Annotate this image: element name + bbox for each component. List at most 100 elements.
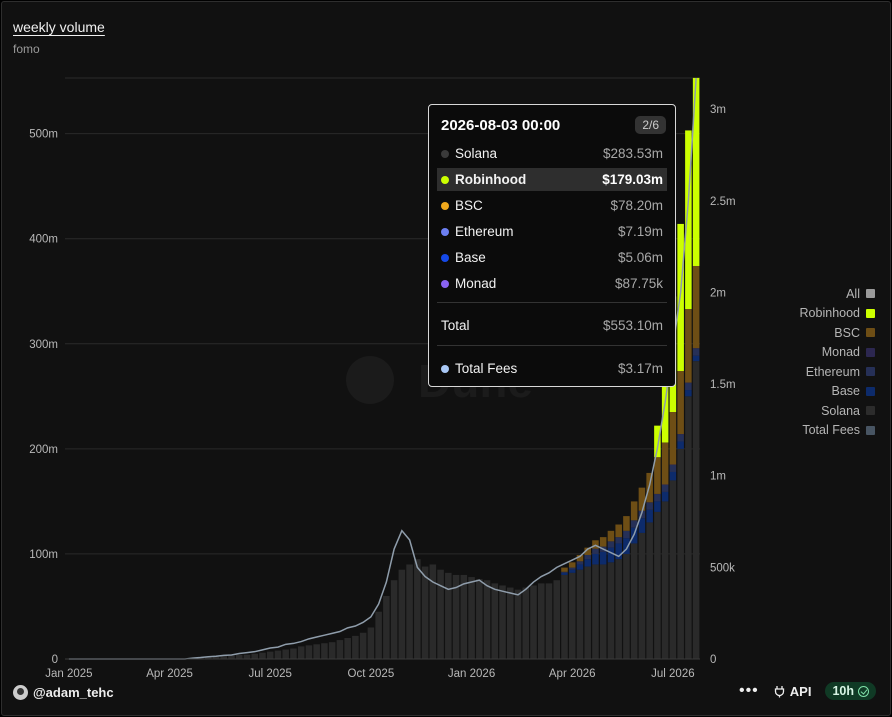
bar-segment-solana <box>251 653 258 659</box>
x-tick-label: Apr 2025 <box>146 668 193 680</box>
bar-segment-solana <box>669 480 677 659</box>
bar-segment-solana <box>545 583 553 659</box>
series-dot-icon <box>441 175 449 184</box>
bar-segment-base <box>685 390 692 397</box>
bar-segment-solana <box>646 522 653 659</box>
y2-tick-label: 3m <box>710 104 726 116</box>
bar-segment-solana <box>483 580 491 659</box>
bar-segment-base <box>561 572 568 575</box>
tooltip-series-value: $179.03m <box>602 172 663 187</box>
bar-segment-solana <box>576 569 584 659</box>
bar-segment-bsc <box>685 309 692 383</box>
legend-item-ethereum[interactable]: Ethereum <box>800 362 875 382</box>
refresh-badge[interactable]: 10h <box>825 682 876 700</box>
bar-segment-solana <box>692 361 700 659</box>
y-tick-label: 300m <box>29 339 58 351</box>
legend-label: Robinhood <box>799 306 860 321</box>
legend-label: Solana <box>821 403 860 418</box>
bar-segment-base <box>568 569 576 573</box>
bar-segment-ethereum <box>661 484 669 492</box>
tooltip-row-solana: Solana $283.53m <box>437 142 667 165</box>
y2-tick-label: 1.5m <box>710 379 736 391</box>
y2-tick-label: 0 <box>710 654 716 666</box>
bar-segment-solana <box>282 649 289 659</box>
tooltip-series-name: Ethereum <box>455 224 514 239</box>
bar-segment-base <box>607 547 615 563</box>
bar-segment-solana <box>530 585 537 659</box>
bar-segment-solana <box>522 587 530 659</box>
bar-segment-bsc <box>568 562 576 568</box>
tooltip-row-base: Base $5.06m <box>437 246 667 269</box>
bar-segment-solana <box>630 543 638 659</box>
bar-segment-base <box>677 441 684 449</box>
bar-segment-base <box>646 509 653 523</box>
bar-segment-solana <box>297 646 305 659</box>
bar-segment-base <box>692 355 700 362</box>
bar-segment-solana <box>235 654 243 659</box>
bar-segment-ethereum <box>685 382 692 391</box>
bar-segment-ethereum <box>615 537 622 544</box>
x-tick-label: Apr 2026 <box>549 668 596 680</box>
tooltip-fees-row: Total Fees $3.17m <box>437 357 667 380</box>
bar-segment-base <box>661 491 669 502</box>
bar-segment-bsc <box>669 412 677 465</box>
bar-segment-solana <box>290 648 297 659</box>
tooltip-series-value: $78.20m <box>610 198 663 213</box>
tooltip-series-name: Solana <box>455 146 498 161</box>
more-options-button[interactable]: ••• <box>739 682 759 700</box>
legend-item-solana[interactable]: Solana <box>800 401 875 421</box>
bar-segment-base <box>599 551 607 565</box>
bar-segment-solana <box>507 587 514 659</box>
legend-item-all[interactable]: All <box>800 284 875 304</box>
bar-segment-solana <box>654 511 661 659</box>
bar-segment-solana <box>406 564 413 659</box>
legend-item-base[interactable]: Base <box>800 382 875 402</box>
api-button[interactable]: API <box>773 684 811 699</box>
bar-segment-solana <box>352 635 359 659</box>
bar-segment-bsc <box>661 442 669 485</box>
bar-segment-ethereum <box>592 548 599 554</box>
tooltip: 2026-08-03 00:00 2/6 Solana $283.53m Robin… <box>428 104 676 387</box>
bar-segment-solana <box>437 569 444 659</box>
bar-segment-monad <box>685 382 692 384</box>
legend-label: Total Fees <box>802 423 860 438</box>
tooltip-series-name: Robinhood <box>455 172 527 187</box>
bar-segment-solana <box>468 577 475 659</box>
bar-segment-solana <box>537 583 545 659</box>
bar-segment-solana <box>685 396 692 659</box>
bar-segment-base <box>584 559 591 567</box>
footer-actions: ••• API 10h <box>739 682 876 700</box>
tooltip-total-label: Total <box>441 318 470 333</box>
tooltip-series-value: $87.75k <box>614 276 663 291</box>
x-tick-label: Jan 2025 <box>45 668 92 680</box>
bar-segment-solana <box>623 553 630 659</box>
bar-segment-ethereum <box>623 530 630 539</box>
y-tick-label: 400m <box>29 234 58 246</box>
bar-segment-solana <box>568 572 576 659</box>
bar-segment-ethereum <box>607 541 615 548</box>
legend-item-robinhood[interactable]: Robinhood <box>800 304 875 324</box>
bar-segment-monad <box>661 484 669 485</box>
legend-item-bsc[interactable]: BSC <box>800 323 875 343</box>
tooltip-row-monad: Monad $87.75k <box>437 272 667 295</box>
x-tick-label: Oct 2025 <box>348 668 395 680</box>
bar-segment-ethereum <box>669 464 677 472</box>
legend-swatch <box>866 406 875 416</box>
x-tick-label: Jan 2026 <box>448 668 495 680</box>
legend-swatch <box>866 425 875 435</box>
author-link[interactable]: @adam_tehc <box>13 685 114 700</box>
legend-item-total-fees[interactable]: Total Fees <box>800 421 875 441</box>
legend-swatch <box>866 328 875 338</box>
y-tick-label: 100m <box>29 549 58 561</box>
legend-label: Monad <box>821 345 860 360</box>
tooltip-page-indicator[interactable]: 2/6 <box>635 116 666 134</box>
author-name: @adam_tehc <box>33 685 114 700</box>
bar-segment-monad <box>677 434 684 435</box>
bar-segment-bsc <box>623 516 630 531</box>
bar-segment-solana <box>344 637 351 659</box>
bar-segment-bsc <box>592 540 599 549</box>
legend-item-monad[interactable]: Monad <box>800 343 875 363</box>
legend-label: Base <box>831 384 861 399</box>
bar-segment-solana <box>383 595 390 659</box>
bar-segment-solana <box>677 448 684 659</box>
